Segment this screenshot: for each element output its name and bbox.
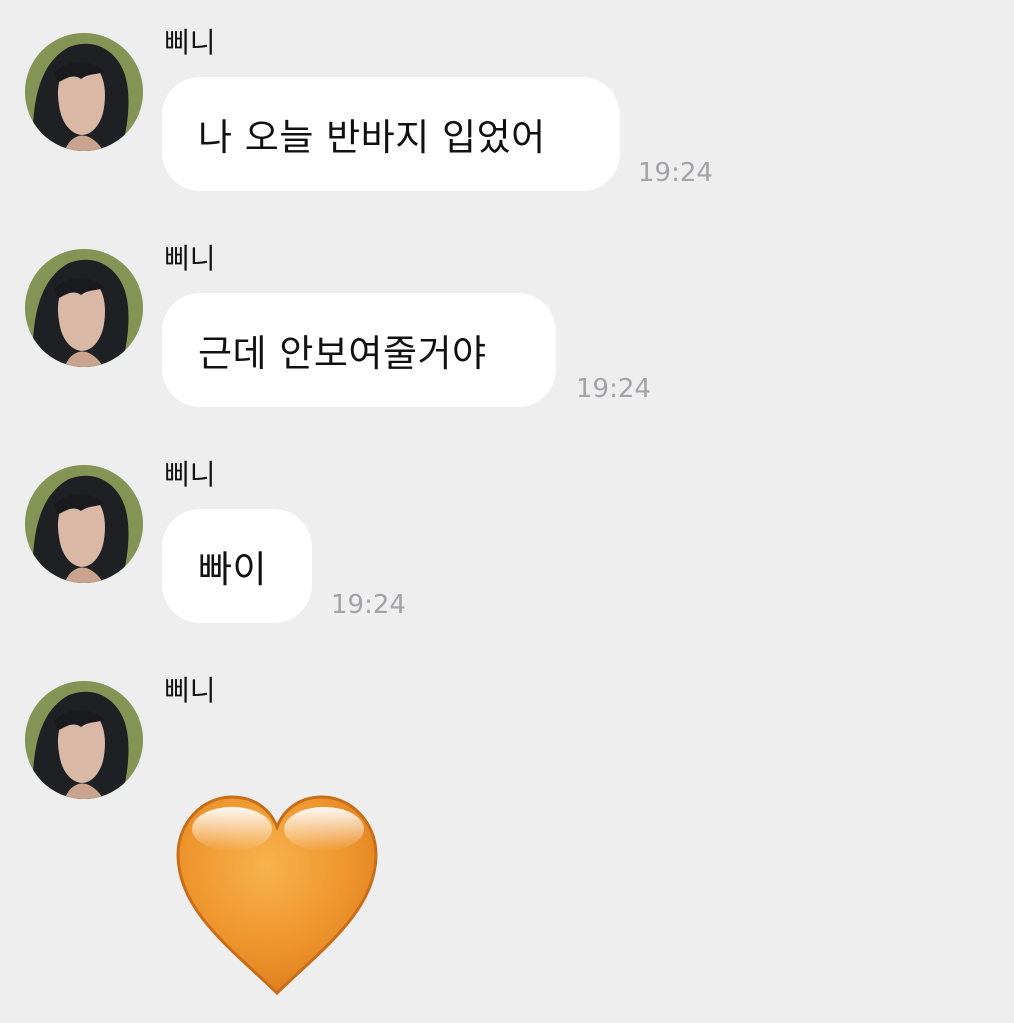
orange-heart-icon[interactable] — [174, 793, 380, 999]
message-text: 나 오늘 반바지 입었어 — [198, 116, 546, 159]
avatar-photo — [25, 33, 143, 151]
message-time: 19:24 — [638, 158, 713, 188]
sender-name: 삐니 — [164, 26, 216, 59]
avatar[interactable] — [25, 33, 143, 151]
avatar[interactable] — [25, 249, 143, 367]
avatar-photo — [25, 249, 143, 367]
message-text: 빠이 — [198, 548, 268, 591]
message-time: 19:24 — [576, 374, 651, 404]
message-text: 근데 안보여줄거야 — [198, 332, 487, 375]
sender-name: 삐니 — [164, 242, 216, 275]
sender-name: 삐니 — [164, 458, 216, 491]
avatar[interactable] — [25, 465, 143, 583]
message-bubble[interactable]: 근데 안보여줄거야 — [162, 293, 556, 407]
avatar[interactable] — [25, 681, 143, 799]
message-bubble[interactable]: 나 오늘 반바지 입었어 — [162, 77, 620, 191]
avatar-photo — [25, 465, 143, 583]
message-time: 19:24 — [331, 590, 406, 620]
sender-name: 삐니 — [164, 674, 216, 707]
message-bubble[interactable]: 빠이 — [162, 509, 312, 623]
avatar-photo — [25, 681, 143, 799]
